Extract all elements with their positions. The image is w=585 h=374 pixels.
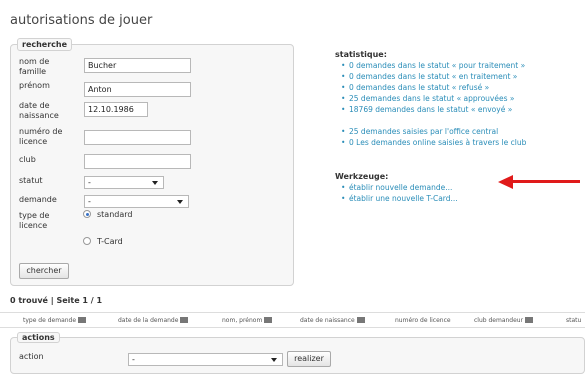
statut-label: statut — [19, 176, 43, 185]
statut-select-value: - — [88, 178, 91, 187]
stat-item[interactable]: 25 demandes saisies par l'office central — [341, 126, 526, 137]
statistics-title: statistique: — [335, 50, 387, 59]
radio-standard-label: standard — [97, 210, 133, 219]
search-button[interactable]: chercher — [19, 263, 69, 279]
nom-input[interactable]: Bucher — [84, 58, 191, 73]
sort-icon — [264, 317, 273, 323]
action-select[interactable]: - — [128, 353, 283, 366]
column-header-label: date de naissance — [300, 317, 355, 324]
licence-input[interactable] — [84, 130, 191, 145]
field-row-type: type de licence standard T-Card — [19, 209, 289, 269]
actions-panel: actions action - realizer — [10, 332, 585, 374]
radio-tcard-label: T-Card — [97, 237, 123, 246]
statistics-list: 0 demandes dans le statut « pour traitem… — [341, 60, 525, 115]
realizer-button[interactable]: realizer — [287, 351, 331, 367]
club-label: club — [19, 155, 36, 164]
nom-label: nom de famille — [19, 57, 50, 76]
type-label: type de licence — [19, 211, 50, 230]
column-header-label: type de demande — [23, 317, 77, 324]
sort-icon — [78, 317, 87, 323]
column-header-label: nom, prénom — [222, 317, 263, 324]
column-header[interactable]: statu — [566, 317, 581, 324]
column-header-label: club demandeur — [474, 317, 524, 324]
column-header-label: numéro de licence — [395, 317, 451, 324]
column-header[interactable]: numéro de licence — [395, 317, 451, 324]
tool-new-demande-link[interactable]: établir nouvelle demande... — [341, 182, 458, 193]
stat-item[interactable]: 0 demandes dans le statut « en traitemen… — [341, 71, 525, 82]
stat-item[interactable]: 0 demandes dans le statut « pour traitem… — [341, 60, 525, 71]
column-header-label: statu — [566, 317, 582, 324]
column-header-label: date de la demande — [118, 317, 179, 324]
demande-label: demande — [19, 195, 57, 204]
results-table-header: type de demande date de la demande nom, … — [0, 312, 585, 328]
stat-item[interactable]: 0 Les demandes online saisies à travers … — [341, 137, 526, 148]
demande-select-value: - — [88, 197, 91, 206]
sort-icon — [356, 317, 365, 323]
stat-item[interactable]: 18769 demandes dans le statut « envoyé » — [341, 104, 525, 115]
statistics-list-2: 25 demandes saisies par l'office central… — [341, 126, 526, 148]
red-arrow-icon — [498, 175, 580, 189]
sort-icon — [180, 317, 189, 323]
chevron-down-icon — [271, 358, 277, 362]
sort-icon — [525, 317, 534, 323]
arrow-shaft — [510, 180, 580, 183]
statut-select[interactable]: - — [84, 176, 164, 189]
radio-tcard[interactable] — [83, 237, 91, 245]
stat-item[interactable]: 0 demandes dans le statut « refusé » — [341, 82, 525, 93]
column-header[interactable]: date de la demande — [118, 317, 189, 324]
prenom-input[interactable]: Anton — [84, 82, 191, 97]
chevron-down-icon — [152, 181, 158, 185]
column-header[interactable]: type de demande — [23, 317, 87, 324]
column-header[interactable]: nom, prénom — [222, 317, 273, 324]
column-header[interactable]: date de naissance — [300, 317, 365, 324]
club-input[interactable] — [84, 154, 191, 169]
tools-list: établir nouvelle demande... établir une … — [341, 182, 458, 204]
action-label: action — [19, 352, 44, 361]
date-label: date de naissance — [19, 101, 59, 120]
page-title: autorisations de jouer — [10, 13, 153, 28]
chevron-down-icon — [177, 200, 183, 204]
column-header[interactable]: club demandeur — [474, 317, 534, 324]
licence-label: numéro de licence — [19, 127, 63, 146]
radio-standard[interactable] — [83, 210, 91, 218]
actions-legend: actions — [17, 332, 60, 343]
action-select-value: - — [132, 355, 135, 364]
tool-new-tcard-link[interactable]: établir une nouvelle T-Card... — [341, 193, 458, 204]
demande-select[interactable]: - — [84, 195, 189, 208]
stat-item[interactable]: 25 demandes dans le statut « approuvées … — [341, 93, 525, 104]
search-legend: recherche — [17, 38, 73, 51]
tools-title: Werkzeuge: — [335, 172, 389, 181]
arrow-head — [498, 175, 513, 189]
search-panel: recherche nom de famille Bucher prénom A… — [10, 38, 294, 286]
results-info: 0 trouvé | Seite 1 / 1 — [10, 296, 103, 305]
prenom-label: prénom — [19, 81, 50, 90]
date-input[interactable]: 12.10.1986 — [84, 102, 148, 117]
